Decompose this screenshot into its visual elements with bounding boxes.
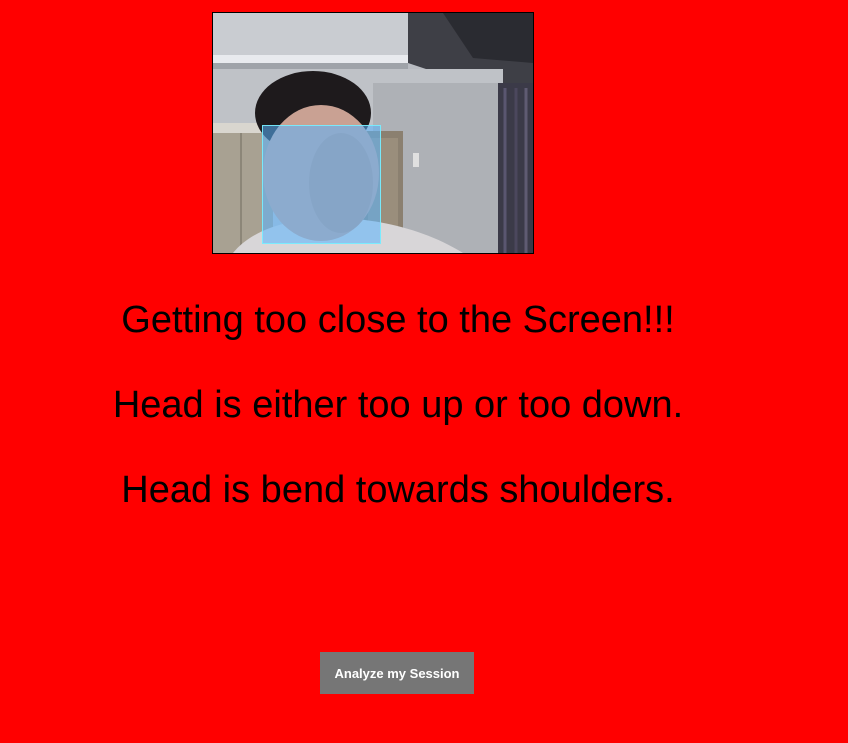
warning-too-close: Getting too close to the Screen!!!	[121, 299, 675, 341]
analyze-session-button[interactable]: Analyze my Session	[320, 652, 474, 694]
warning-head-bend-shoulders: Head is bend towards shoulders.	[121, 469, 675, 511]
posture-messages: Getting too close to the Screen!!! Head …	[0, 295, 796, 515]
webcam-feed	[212, 12, 534, 254]
page: Getting too close to the Screen!!! Head …	[0, 0, 848, 743]
warning-head-tilt-vertical: Head is either too up or too down.	[112, 384, 684, 426]
face-detection-box	[262, 125, 381, 244]
